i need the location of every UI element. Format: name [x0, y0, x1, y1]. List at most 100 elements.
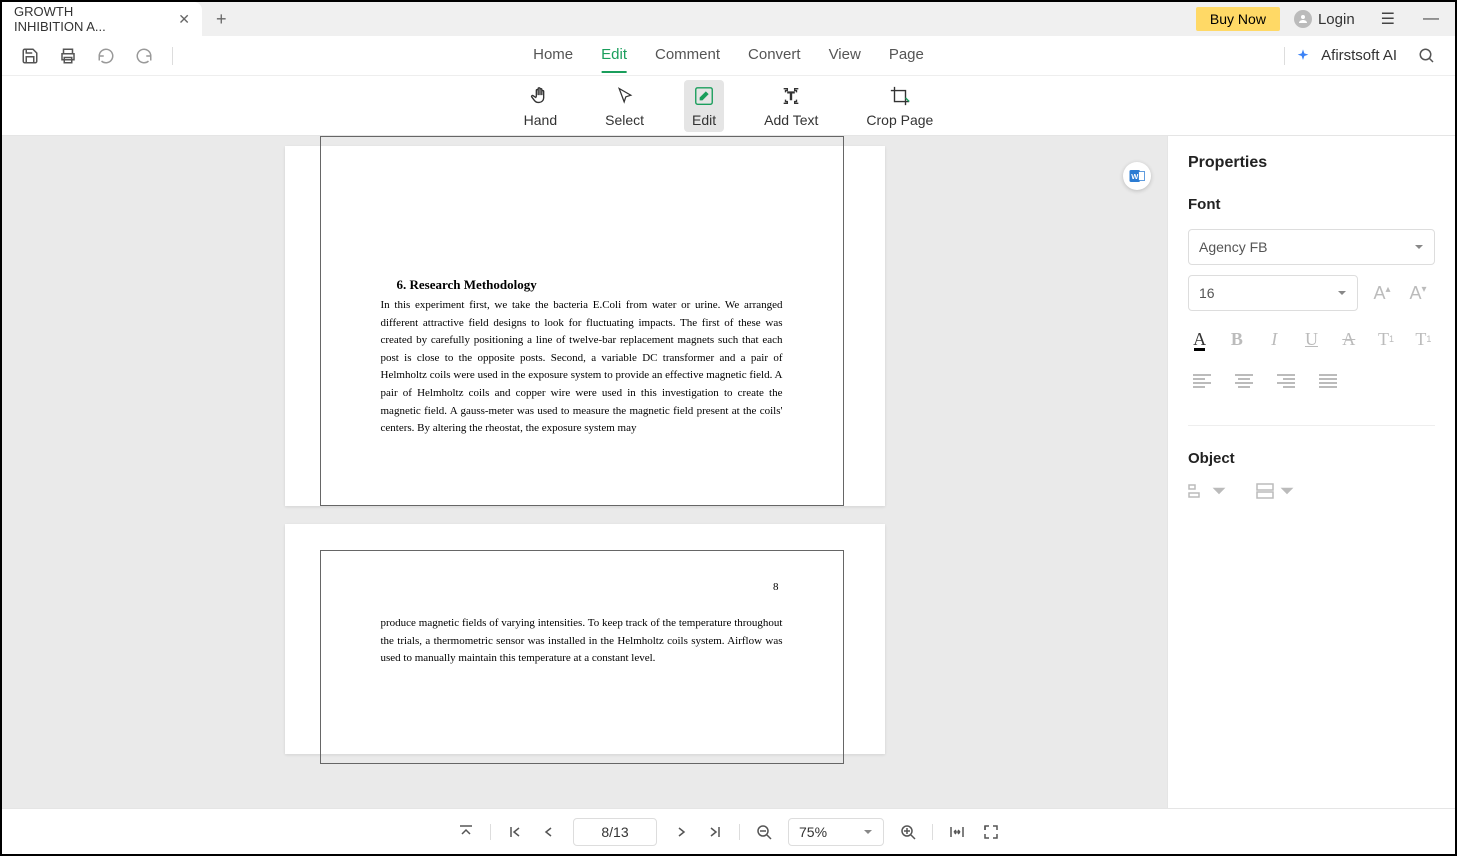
- align-justify-button[interactable]: [1314, 367, 1342, 395]
- document-viewport[interactable]: 6. Research Methodology In this experime…: [2, 136, 1167, 808]
- edit-toolbar: Hand Select Edit T Add Text Crop Page: [2, 76, 1455, 136]
- align-center-button[interactable]: [1230, 367, 1258, 395]
- fit-page-icon[interactable]: [981, 822, 1001, 842]
- avatar-icon: [1294, 10, 1312, 28]
- increase-font-icon[interactable]: A▴: [1370, 283, 1394, 304]
- section-heading: 6. Research Methodology: [381, 277, 783, 293]
- alignment-row: [1188, 367, 1435, 395]
- tab-view[interactable]: View: [829, 38, 861, 73]
- body-paragraph: In this experiment first, we take the ba…: [381, 297, 783, 438]
- italic-button[interactable]: I: [1263, 325, 1286, 353]
- add-text-label: Add Text: [764, 112, 818, 128]
- underline-button[interactable]: U: [1300, 325, 1323, 353]
- chevron-down-icon: [1337, 288, 1347, 298]
- titlebar-right: Buy Now Login ☰ —: [1196, 3, 1455, 35]
- select-label: Select: [605, 112, 644, 128]
- tab-title: GROWTH INHIBITION A...: [14, 4, 138, 34]
- prev-page-icon[interactable]: [539, 822, 559, 842]
- body-paragraph: produce magnetic fields of varying inten…: [381, 615, 783, 668]
- convert-to-word-button[interactable]: W: [1123, 162, 1151, 190]
- superscript-button[interactable]: T1: [1374, 325, 1397, 353]
- hamburger-menu-icon[interactable]: ☰: [1369, 3, 1407, 35]
- login-label: Login: [1318, 11, 1355, 28]
- close-tab-icon[interactable]: ✕: [178, 11, 190, 28]
- document-page[interactable]: 8 produce magnetic fields of varying int…: [285, 524, 885, 754]
- format-row: A B I U A T1 T1: [1188, 325, 1435, 353]
- quickbar: Home Edit Comment Convert View Page Afir…: [2, 36, 1455, 76]
- edit-tool[interactable]: Edit: [684, 80, 724, 132]
- zoom-in-icon[interactable]: [898, 822, 918, 842]
- distribute-object-button[interactable]: [1256, 483, 1296, 499]
- chevron-down-icon: [1414, 242, 1424, 252]
- save-icon[interactable]: [20, 46, 40, 66]
- zoom-out-icon[interactable]: [754, 822, 774, 842]
- font-size-row: 16 A▴ A▾: [1188, 275, 1435, 311]
- decrease-font-icon[interactable]: A▾: [1406, 283, 1430, 304]
- page-number-input[interactable]: [573, 818, 657, 846]
- font-family-value: Agency FB: [1199, 239, 1267, 255]
- add-tab-button[interactable]: +: [202, 9, 241, 30]
- crop-label: Crop Page: [866, 112, 933, 128]
- redo-icon[interactable]: [134, 46, 154, 66]
- font-family-select[interactable]: Agency FB: [1188, 229, 1435, 265]
- font-size-value: 16: [1199, 285, 1215, 301]
- svg-text:T: T: [788, 90, 795, 102]
- edit-icon: [692, 84, 716, 108]
- properties-title: Properties: [1188, 154, 1435, 172]
- page-number: 8: [381, 581, 783, 593]
- scroll-top-icon[interactable]: [456, 822, 476, 842]
- bold-button[interactable]: B: [1225, 325, 1248, 353]
- subscript-button[interactable]: T1: [1412, 325, 1435, 353]
- undo-icon[interactable]: [96, 46, 116, 66]
- page-content: 8 produce magnetic fields of varying int…: [320, 550, 844, 764]
- align-left-button[interactable]: [1188, 367, 1216, 395]
- font-section-label: Font: [1188, 196, 1435, 213]
- select-tool[interactable]: Select: [597, 80, 652, 132]
- tab-comment[interactable]: Comment: [655, 38, 720, 73]
- edit-label: Edit: [692, 112, 716, 128]
- minimize-icon[interactable]: —: [1411, 4, 1451, 34]
- fit-width-icon[interactable]: [947, 822, 967, 842]
- last-page-icon[interactable]: [705, 822, 725, 842]
- login-button[interactable]: Login: [1284, 6, 1365, 32]
- divider: [1284, 47, 1285, 65]
- font-size-select[interactable]: 16: [1188, 275, 1358, 311]
- tab-convert[interactable]: Convert: [748, 38, 801, 73]
- divider: [490, 824, 491, 840]
- hand-icon: [528, 84, 552, 108]
- svg-text:W: W: [1131, 172, 1139, 181]
- hand-label: Hand: [524, 112, 557, 128]
- hand-tool[interactable]: Hand: [516, 80, 565, 132]
- buy-now-button[interactable]: Buy Now: [1196, 7, 1280, 31]
- search-icon[interactable]: [1417, 46, 1437, 66]
- chevron-down-icon: [1210, 483, 1228, 499]
- chevron-down-icon: [1278, 483, 1296, 499]
- strikethrough-button[interactable]: A: [1337, 325, 1360, 353]
- divider: [172, 47, 173, 65]
- next-page-icon[interactable]: [671, 822, 691, 842]
- chevron-down-icon: [863, 827, 873, 837]
- document-page[interactable]: 6. Research Methodology In this experime…: [285, 146, 885, 506]
- divider: [932, 824, 933, 840]
- tab-home[interactable]: Home: [533, 38, 573, 73]
- align-right-button[interactable]: [1272, 367, 1300, 395]
- zoom-select[interactable]: 75%: [788, 818, 884, 846]
- align-object-button[interactable]: [1188, 483, 1228, 499]
- font-color-button[interactable]: A: [1188, 325, 1211, 353]
- crop-page-tool[interactable]: Crop Page: [858, 80, 941, 132]
- add-text-tool[interactable]: T Add Text: [756, 80, 826, 132]
- cursor-icon: [613, 84, 637, 108]
- crop-icon: [888, 84, 912, 108]
- document-tab[interactable]: GROWTH INHIBITION A... ✕: [2, 2, 202, 36]
- print-icon[interactable]: [58, 46, 78, 66]
- ai-label[interactable]: Afirstsoft AI: [1321, 47, 1397, 64]
- page-content: 6. Research Methodology In this experime…: [320, 136, 844, 506]
- divider: [739, 824, 740, 840]
- divider: [1188, 425, 1435, 426]
- tab-page[interactable]: Page: [889, 38, 924, 73]
- bottombar: 75%: [2, 808, 1455, 854]
- object-section-label: Object: [1188, 450, 1435, 467]
- quickbar-right: Afirstsoft AI: [1284, 46, 1437, 66]
- tab-edit[interactable]: Edit: [601, 38, 627, 73]
- first-page-icon[interactable]: [505, 822, 525, 842]
